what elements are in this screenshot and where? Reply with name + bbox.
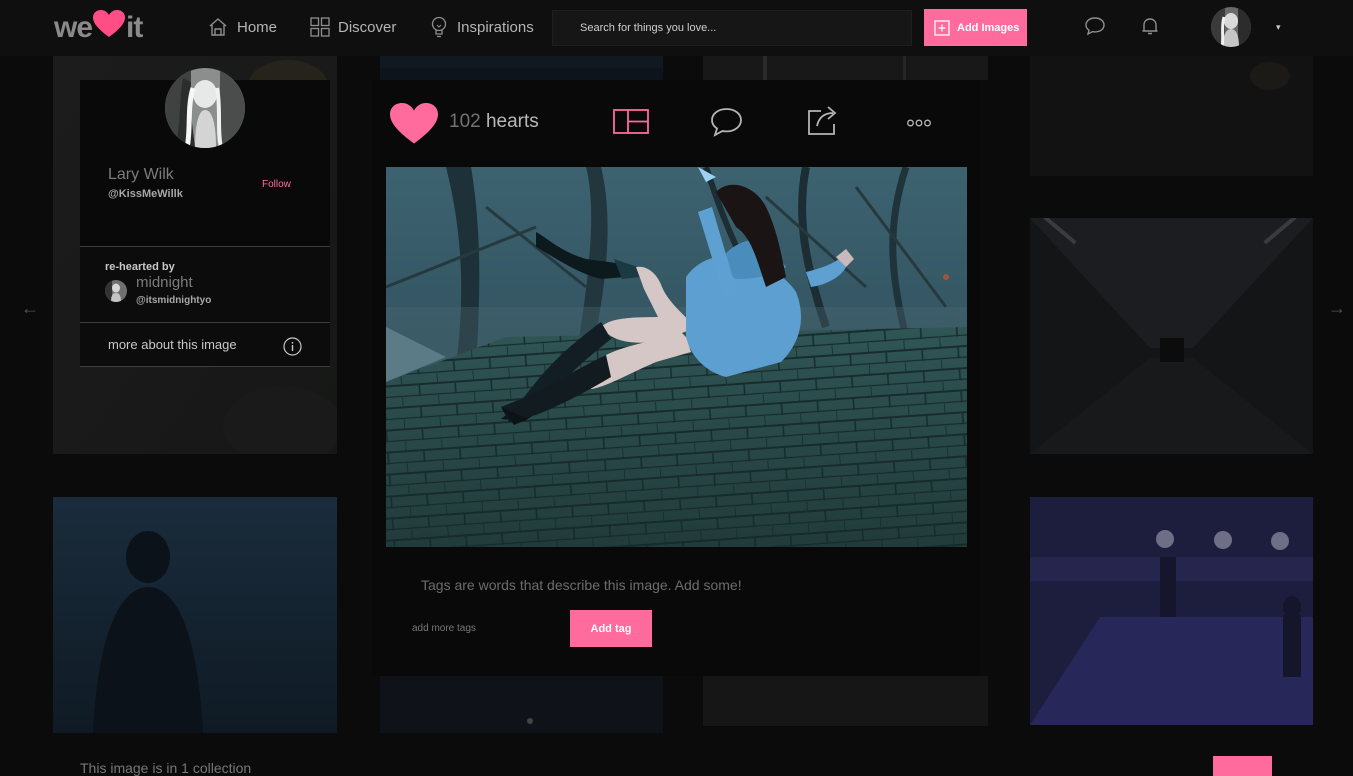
add-tag-button[interactable]: Add tag	[570, 610, 652, 647]
background-tile[interactable]	[1030, 497, 1313, 725]
rehearted-avatar[interactable]	[105, 280, 127, 302]
hearts-word: hearts	[485, 111, 539, 132]
nav-discover-label: Discover	[338, 18, 397, 36]
nav-inspirations-label: Inspirations	[457, 18, 534, 36]
uploader-name[interactable]: Lary Wilk	[108, 166, 174, 184]
share-icon[interactable]	[807, 104, 840, 136]
background-tile[interactable]	[703, 676, 988, 726]
ellipsis-icon[interactable]	[907, 119, 931, 127]
background-tile[interactable]	[380, 676, 663, 733]
info-icon[interactable]	[283, 337, 302, 356]
lightbulb-icon	[431, 16, 447, 38]
weheartit-logo[interactable]: we it	[54, 10, 143, 46]
logo-heart-icon	[93, 10, 126, 46]
add-images-button[interactable]: Add Images	[924, 9, 1027, 46]
nav-discover[interactable]: Discover	[310, 15, 396, 39]
chevron-down-icon[interactable]: ▾	[1276, 22, 1281, 33]
divider	[80, 366, 330, 367]
background-tile[interactable]	[53, 497, 337, 733]
bell-icon[interactable]	[1140, 16, 1160, 36]
rehearted-name[interactable]: midnight	[136, 274, 193, 291]
collections-heading: This image is in 1 collection	[80, 760, 252, 776]
user-avatar[interactable]	[1211, 7, 1251, 47]
divider	[80, 322, 330, 323]
hearts-count: 102 hearts	[449, 111, 539, 133]
arrow-right-icon[interactable]: →	[1328, 298, 1346, 319]
nav-home[interactable]: Home	[207, 15, 277, 39]
logo-text-we: we	[54, 11, 93, 45]
search-input[interactable]	[552, 10, 912, 46]
divider	[80, 246, 330, 247]
plus-square-icon	[934, 19, 950, 36]
image-detail-panel: 102 hearts Tags are words that describe …	[372, 80, 980, 676]
hearts-number: 102	[449, 111, 481, 132]
logo-text-it: it	[126, 11, 143, 45]
image-info-card: Lary Wilk @KissMeWillk Follow re-hearted…	[80, 68, 330, 367]
main-image[interactable]	[386, 167, 967, 547]
uploader-avatar[interactable]	[165, 68, 245, 148]
rehearted-label: re-hearted by	[105, 261, 175, 273]
rehearted-handle[interactable]: @itsmidnightyo	[136, 295, 211, 306]
collection-button[interactable]	[1213, 756, 1272, 776]
arrow-left-icon[interactable]: ←	[21, 298, 39, 319]
follow-button[interactable]: Follow	[262, 179, 291, 190]
chat-bubble-icon[interactable]	[1084, 16, 1106, 36]
house-icon	[209, 18, 227, 36]
tag-input[interactable]	[410, 618, 564, 638]
more-about-link[interactable]: more about this image	[108, 337, 237, 352]
nav-home-label: Home	[237, 18, 278, 36]
background-tile[interactable]	[1030, 218, 1313, 454]
nav-inspirations[interactable]: Inspirations	[429, 15, 534, 39]
background-tile[interactable]	[380, 56, 663, 80]
comment-icon[interactable]	[710, 107, 743, 137]
tags-hint: Tags are words that describe this image.…	[421, 577, 742, 593]
background-tile[interactable]	[1030, 56, 1313, 176]
heart-icon[interactable]	[390, 103, 438, 145]
layout-icon[interactable]	[613, 109, 649, 134]
add-images-label: Add Images	[957, 21, 1020, 34]
background-tile[interactable]	[703, 56, 988, 80]
top-bar: weit Home Discover Inspirations Add Imag…	[0, 0, 1353, 56]
grid-icon	[310, 17, 330, 37]
uploader-handle[interactable]: @KissMeWillk	[108, 188, 183, 200]
